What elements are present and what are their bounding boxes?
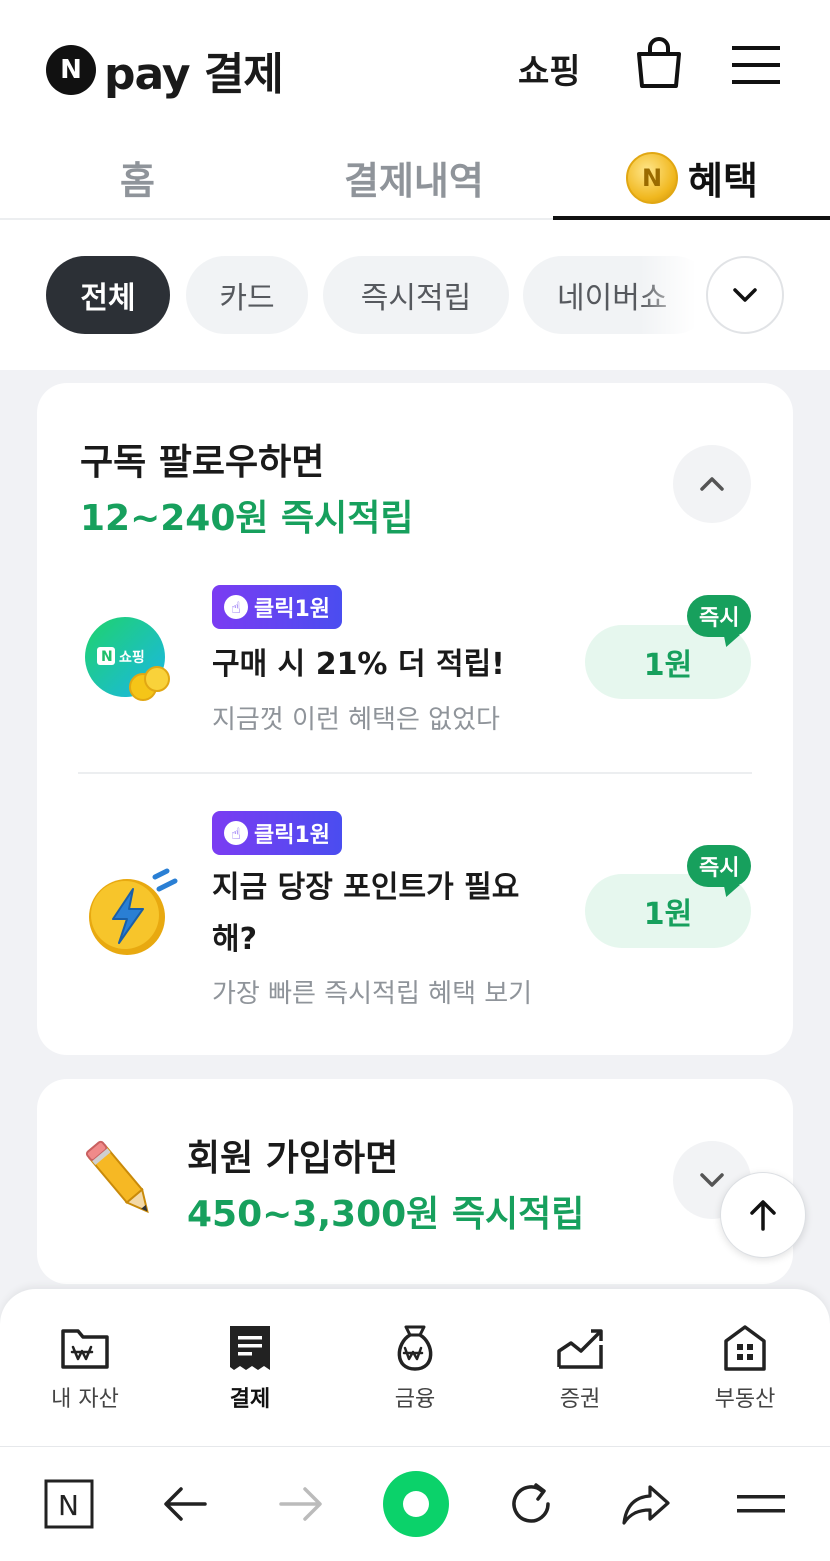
collapse-button[interactable] [673,445,751,523]
arrow-left-icon [164,1487,207,1521]
refresh-icon [512,1483,550,1523]
benefit-item-title: 구매 시 21% 더 적립! [212,647,505,682]
naver-n-icon: N [46,45,96,95]
nav-real-estate[interactable]: 부동산 [690,1321,800,1413]
svg-text:쇼핑: 쇼핑 [119,649,145,666]
main-tabs: 홈 결제내역 N 혜택 [0,130,830,221]
chevron-down-icon [700,1173,724,1187]
browser-menu-button[interactable] [732,1475,790,1533]
nav-my-assets[interactable]: 내 자산 [30,1321,140,1413]
logo-title: pay 결제 [104,49,284,100]
naver-home-button[interactable]: N [40,1475,98,1533]
tab-payment-history[interactable]: 결제내역 [344,150,484,205]
click-reward-tag: ☝ 클릭1원 [212,585,343,629]
forward-button[interactable] [272,1475,330,1533]
section-title: 회원 가입하면 [187,1138,399,1179]
nav-label: 금융 [394,1387,436,1412]
svg-text:N: N [58,1489,79,1522]
tab-benefits[interactable]: N 혜택 [626,150,758,205]
money-bag-icon [397,1325,433,1371]
tag-label: 클릭1원 [254,823,331,848]
browser-toolbar: N [0,1446,830,1561]
stock-chart-icon [557,1329,603,1369]
benefit-item-title-line2: 해? [212,922,258,957]
refresh-button[interactable] [502,1475,560,1533]
nav-label: 내 자산 [51,1387,119,1412]
instant-badge: 즉시 [687,845,752,887]
pencil-icon [85,1140,149,1214]
share-arrow-icon [622,1485,670,1525]
tab-benefits-label: 혜택 [688,159,758,203]
pointer-hand-icon: ☝ [224,821,248,845]
instant-badge: 즉시 [687,595,752,637]
arrow-right-icon [279,1487,322,1521]
chip-instant-reward[interactable]: 즉시적립 [323,256,509,334]
chip-all[interactable]: 전체 [46,256,170,334]
benefit-section-subscribe: 구독 팔로우하면 12~240원 즉시적립 N 쇼핑 ☝ 클릭1원 구매 시 2… [37,383,793,1055]
shopping-link[interactable]: 쇼핑 [518,44,581,93]
arrow-up-icon [750,1200,776,1231]
back-button[interactable] [156,1475,214,1533]
chip-card[interactable]: 카드 [186,256,308,334]
click-reward-tag: ☝ 클릭1원 [212,811,343,855]
section-subtitle: 450~3,300원 즉시적립 [187,1194,585,1235]
chevron-down-icon [733,288,757,302]
benefit-item-desc: 지금껏 이런 혜택은 없었다 [212,705,500,735]
nav-label: 부동산 [714,1387,776,1412]
chevron-up-icon [700,477,724,491]
npay-logo[interactable]: N pay 결제 [46,38,284,102]
receipt-icon [230,1326,270,1370]
bottom-navigation: 내 자산 결제 금융 증권 부동산 [0,1288,830,1446]
benefit-item-title-line1: 지금 당장 포인트가 필요 [212,870,520,905]
nav-payment[interactable]: 결제 [195,1321,305,1413]
nav-securities[interactable]: 증권 [525,1321,635,1413]
scroll-to-top-button[interactable] [720,1172,806,1258]
section-title: 구독 팔로우하면 [80,442,325,483]
naver-coin-icon: N [626,151,678,204]
menu-lines-icon [737,1495,785,1513]
green-dot-icon [383,1471,449,1537]
shopping-bag-icon[interactable] [634,36,684,90]
svg-text:N: N [101,649,113,665]
green-dot-button[interactable] [381,1469,451,1539]
tab-home[interactable]: 홈 [120,150,155,205]
wallet-folder-icon [61,1329,109,1369]
tag-label: 클릭1원 [254,597,331,622]
benefit-section-signup: 회원 가입하면 450~3,300원 즉시적립 [37,1079,793,1284]
hamburger-menu-icon[interactable] [732,42,780,88]
expand-filters-button[interactable] [706,256,784,334]
naver-n-icon: N [44,1479,94,1529]
building-icon [724,1325,766,1371]
lightning-coin-icon [89,868,178,955]
divider [78,772,752,774]
benefit-item-desc: 가장 빠른 즉시적립 혜택 보기 [212,979,533,1009]
app-header: N pay 결제 쇼핑 [0,0,830,130]
share-button[interactable] [617,1475,675,1533]
naver-shopping-icon: N 쇼핑 [85,617,170,701]
nav-label: 결제 [229,1387,271,1412]
nav-label: 증권 [559,1387,601,1412]
section-subtitle: 12~240원 즉시적립 [80,498,414,539]
nav-finance[interactable]: 금융 [360,1321,470,1413]
pointer-hand-icon: ☝ [224,595,248,619]
